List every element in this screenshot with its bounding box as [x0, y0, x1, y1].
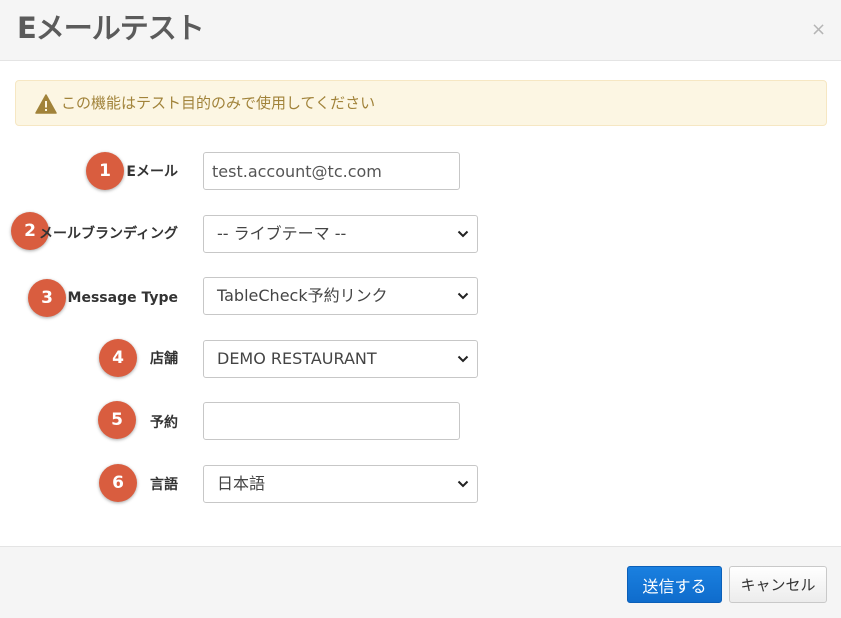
chevron-down-icon: [457, 292, 469, 300]
step-badge-6: 6: [99, 464, 137, 502]
message-type-value: TableCheck予約リンク: [217, 286, 388, 305]
step-badge-5: 5: [98, 401, 136, 439]
mail-branding-value: -- ライブテーマ --: [217, 224, 347, 243]
store-label: 店舗: [150, 351, 178, 367]
mail-branding-label: メールブランディング: [38, 226, 178, 242]
alert-text: この機能はテスト目的のみで使用してください: [61, 94, 376, 112]
language-value: 日本語: [217, 474, 266, 493]
modal-footer: 送信する キャンセル: [0, 546, 841, 618]
email-label: Eメール: [126, 164, 178, 180]
reservation-label: 予約: [150, 415, 178, 431]
store-value: DEMO RESTAURANT: [217, 349, 377, 368]
mail-branding-row: 2 メールブランディング -- ライブテーマ --: [0, 212, 841, 254]
language-label: 言語: [150, 477, 178, 493]
language-select[interactable]: 日本語: [203, 465, 478, 503]
message-type-select[interactable]: TableCheck予約リンク: [203, 277, 478, 315]
email-test-modal: Eメールテスト × この機能はテスト目的のみで使用してください 1 Eメール 2…: [0, 0, 841, 618]
modal-header: Eメールテスト ×: [0, 0, 841, 61]
email-row: 1 Eメール: [0, 152, 841, 192]
language-row: 6 言語 日本語: [0, 464, 841, 504]
step-badge-3: 3: [28, 279, 66, 317]
email-input[interactable]: [203, 152, 460, 190]
reservation-input[interactable]: [203, 402, 460, 440]
store-select[interactable]: DEMO RESTAURANT: [203, 340, 478, 378]
cancel-button[interactable]: キャンセル: [729, 566, 827, 603]
reservation-row: 5 予約: [0, 401, 841, 441]
send-button[interactable]: 送信する: [627, 566, 722, 603]
chevron-down-icon: [457, 355, 469, 363]
store-row: 4 店舗 DEMO RESTAURANT: [0, 339, 841, 379]
warning-icon: [35, 94, 57, 114]
modal-title: Eメールテスト: [17, 11, 205, 45]
mail-branding-select[interactable]: -- ライブテーマ --: [203, 215, 478, 253]
chevron-down-icon: [457, 230, 469, 238]
message-type-row: 3 Message Type TableCheck予約リンク: [0, 277, 841, 317]
chevron-down-icon: [457, 480, 469, 488]
step-badge-1: 1: [86, 152, 124, 190]
message-type-label: Message Type: [67, 290, 178, 306]
step-badge-4: 4: [99, 339, 137, 377]
warning-alert: この機能はテスト目的のみで使用してください: [15, 80, 827, 126]
close-button[interactable]: ×: [811, 20, 826, 40]
